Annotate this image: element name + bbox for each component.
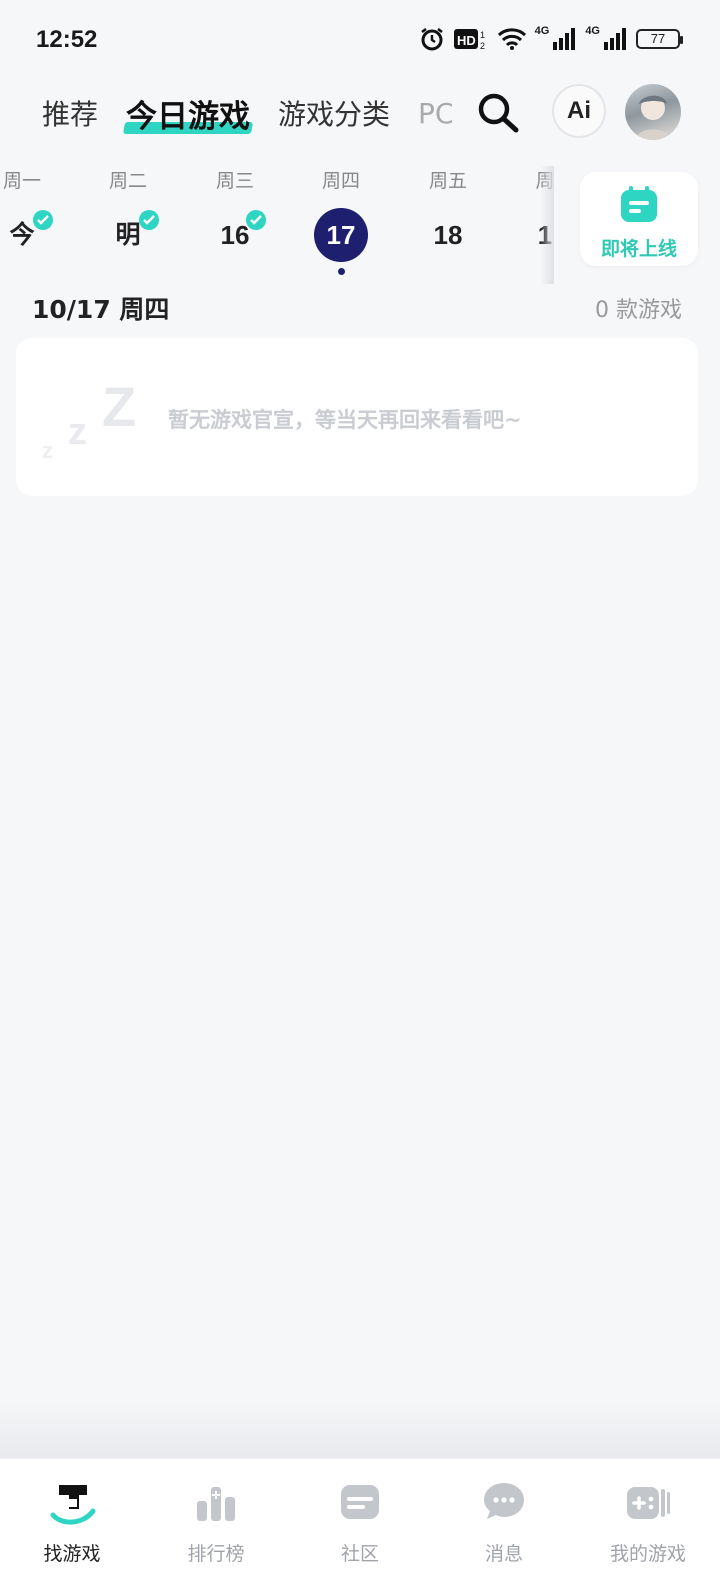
battery-icon: 77 [636, 29, 683, 49]
tab-today-games[interactable]: 今日游戏 [122, 91, 254, 136]
avatar[interactable] [625, 84, 681, 140]
tab-pc[interactable]: PC [418, 97, 452, 130]
status-time: 12:52 [36, 26, 98, 53]
nav-label: 找游戏 [43, 1543, 101, 1565]
nav-label: 社区 [340, 1543, 379, 1565]
weekday-label: 周五 [428, 170, 467, 192]
find-games-icon [50, 1485, 96, 1525]
alarm-icon [420, 27, 443, 51]
ai-button[interactable]: Ai [552, 84, 606, 138]
upcoming-button[interactable]: 即将上线 [580, 172, 698, 266]
bottom-shade [0, 1400, 720, 1460]
message-icon [484, 1483, 524, 1519]
empty-state-card: z z Z 暂无游戏官宣，等当天再回来看看吧~ [16, 338, 698, 496]
day-number: 17 [314, 208, 368, 262]
nav-label: 我的游戏 [609, 1543, 686, 1565]
weekday-label: 周三 [215, 170, 254, 192]
svg-text:HD: HD [457, 33, 476, 48]
status-bar: 12:52 HD 1 2 4G 4G 77 [0, 0, 720, 80]
day-number-text: 明 [115, 220, 141, 249]
date-strip: 周一 今 周二 明 周三 16 周四 17 周五 18 周 1 [0, 166, 580, 286]
my-games-icon [627, 1487, 670, 1519]
day-number-text: 16 [220, 220, 250, 250]
search-button[interactable] [474, 90, 524, 136]
tab-today-games-label: 今日游戏 [126, 98, 251, 135]
svg-text:2: 2 [480, 41, 485, 51]
day-number: 16 [208, 208, 266, 262]
top-tabs: 推荐 今日游戏 游戏分类 PC [42, 88, 452, 138]
4g-signal-icon [553, 28, 576, 50]
bottom-nav: 找游戏 排行榜 社区 消息 我的游戏 [0, 1458, 720, 1585]
tab-game-categories[interactable]: 游戏分类 [278, 93, 390, 133]
weekday-label: 周二 [108, 170, 147, 192]
nav-messages[interactable]: 消息 [432, 1459, 576, 1585]
day-number: 18 [433, 220, 463, 250]
community-icon [341, 1485, 379, 1519]
check-badge-icon [33, 210, 53, 230]
avatar-image [635, 95, 671, 140]
wifi-icon [497, 28, 526, 50]
sleep-zzz-icon: z z Z [42, 375, 136, 463]
day-wednesday[interactable]: 周三 16 [195, 166, 275, 262]
selected-day-dot [337, 268, 345, 275]
check-badge-icon [246, 210, 266, 230]
hd-icon: HD 12 [453, 29, 485, 51]
empty-state-message: 暂无游戏官宣，等当天再回来看看吧~ [168, 408, 522, 432]
status-icons: HD 1 2 4G 4G 77 [419, 25, 683, 52]
weekday-label: 周一 [2, 170, 41, 192]
date-title: 10/17 周四 [32, 295, 170, 324]
check-badge-icon [139, 210, 159, 230]
day-thursday[interactable]: 周四 17 [301, 166, 381, 275]
upcoming-label: 即将上线 [600, 238, 677, 260]
day-number-text: 今 [9, 220, 35, 249]
svg-text:z: z [68, 411, 87, 453]
weekday-label: 周四 [321, 170, 360, 192]
day-number: 明 [101, 208, 159, 262]
ranking-icon [197, 1487, 235, 1521]
calendar-icon [621, 186, 657, 222]
4g-signal-icon [604, 28, 626, 50]
nav-community[interactable]: 社区 [288, 1459, 432, 1585]
net-label-2: 4G [585, 25, 600, 37]
nav-find-games[interactable]: 找游戏 [0, 1459, 144, 1585]
search-icon [478, 93, 519, 133]
day-tuesday[interactable]: 周二 明 [88, 166, 168, 262]
svg-text:1: 1 [480, 30, 485, 40]
nav-label: 排行榜 [187, 1543, 245, 1565]
day-number: 今 [0, 208, 53, 262]
tab-recommend[interactable]: 推荐 [42, 93, 98, 133]
nav-ranking[interactable]: 排行榜 [144, 1459, 288, 1585]
strip-fade [540, 166, 554, 284]
net-label-1: 4G [534, 25, 550, 37]
day-friday[interactable]: 周五 18 [408, 166, 488, 262]
game-count: 0 款游戏 [595, 298, 682, 323]
svg-text:z: z [42, 438, 53, 463]
nav-label: 消息 [484, 1543, 523, 1565]
svg-text:Z: Z [102, 375, 136, 438]
nav-my-games[interactable]: 我的游戏 [576, 1459, 720, 1585]
day-monday[interactable]: 周一 今 [0, 166, 62, 262]
